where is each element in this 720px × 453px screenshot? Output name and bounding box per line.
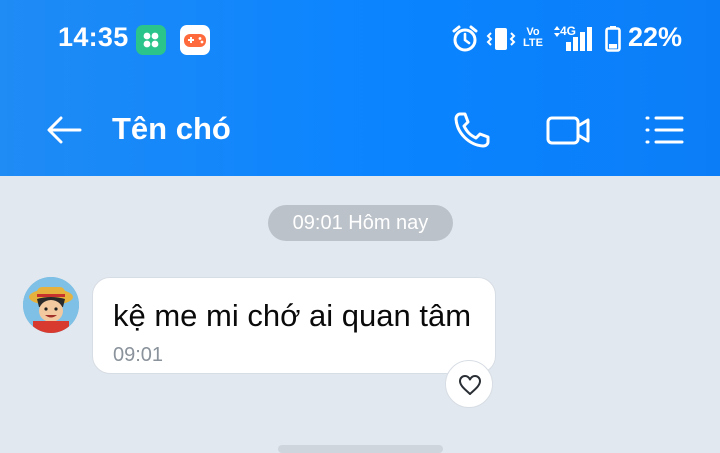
conversation-title: Tên chó (112, 111, 231, 146)
video-call-button[interactable] (544, 106, 592, 154)
heart-outline-icon (459, 375, 481, 395)
message-bubble[interactable]: kệ me mi chớ ai quan tâm 09:01 (92, 277, 496, 374)
status-time: 14:35 (58, 22, 129, 52)
top-bar: 14:35 Vo LTE 4G 22% Tên chó (0, 0, 720, 176)
battery-icon (605, 26, 621, 52)
battery-percent: 22% (628, 22, 683, 52)
phone-icon (454, 112, 490, 148)
green-app-icon (136, 25, 166, 55)
volte-icon: Vo LTE (523, 26, 543, 49)
options-menu-button[interactable] (640, 106, 688, 154)
game-app-icon (180, 25, 210, 55)
alarm-icon (452, 25, 478, 52)
vibrate-icon (486, 28, 516, 50)
next-message-peek (278, 445, 443, 453)
list-icon (645, 116, 684, 144)
arrow-left-icon (47, 116, 82, 144)
video-icon (546, 116, 590, 145)
reaction-button[interactable] (445, 360, 493, 408)
call-button[interactable] (448, 106, 496, 154)
message-time: 09:01 (113, 344, 164, 366)
message-text: kệ me mi chớ ai quan tâm (113, 298, 472, 333)
avatar[interactable] (23, 277, 79, 333)
signal-icon (554, 26, 592, 51)
date-separator: 09:01 Hôm nay (268, 205, 453, 241)
back-button[interactable] (44, 110, 84, 150)
